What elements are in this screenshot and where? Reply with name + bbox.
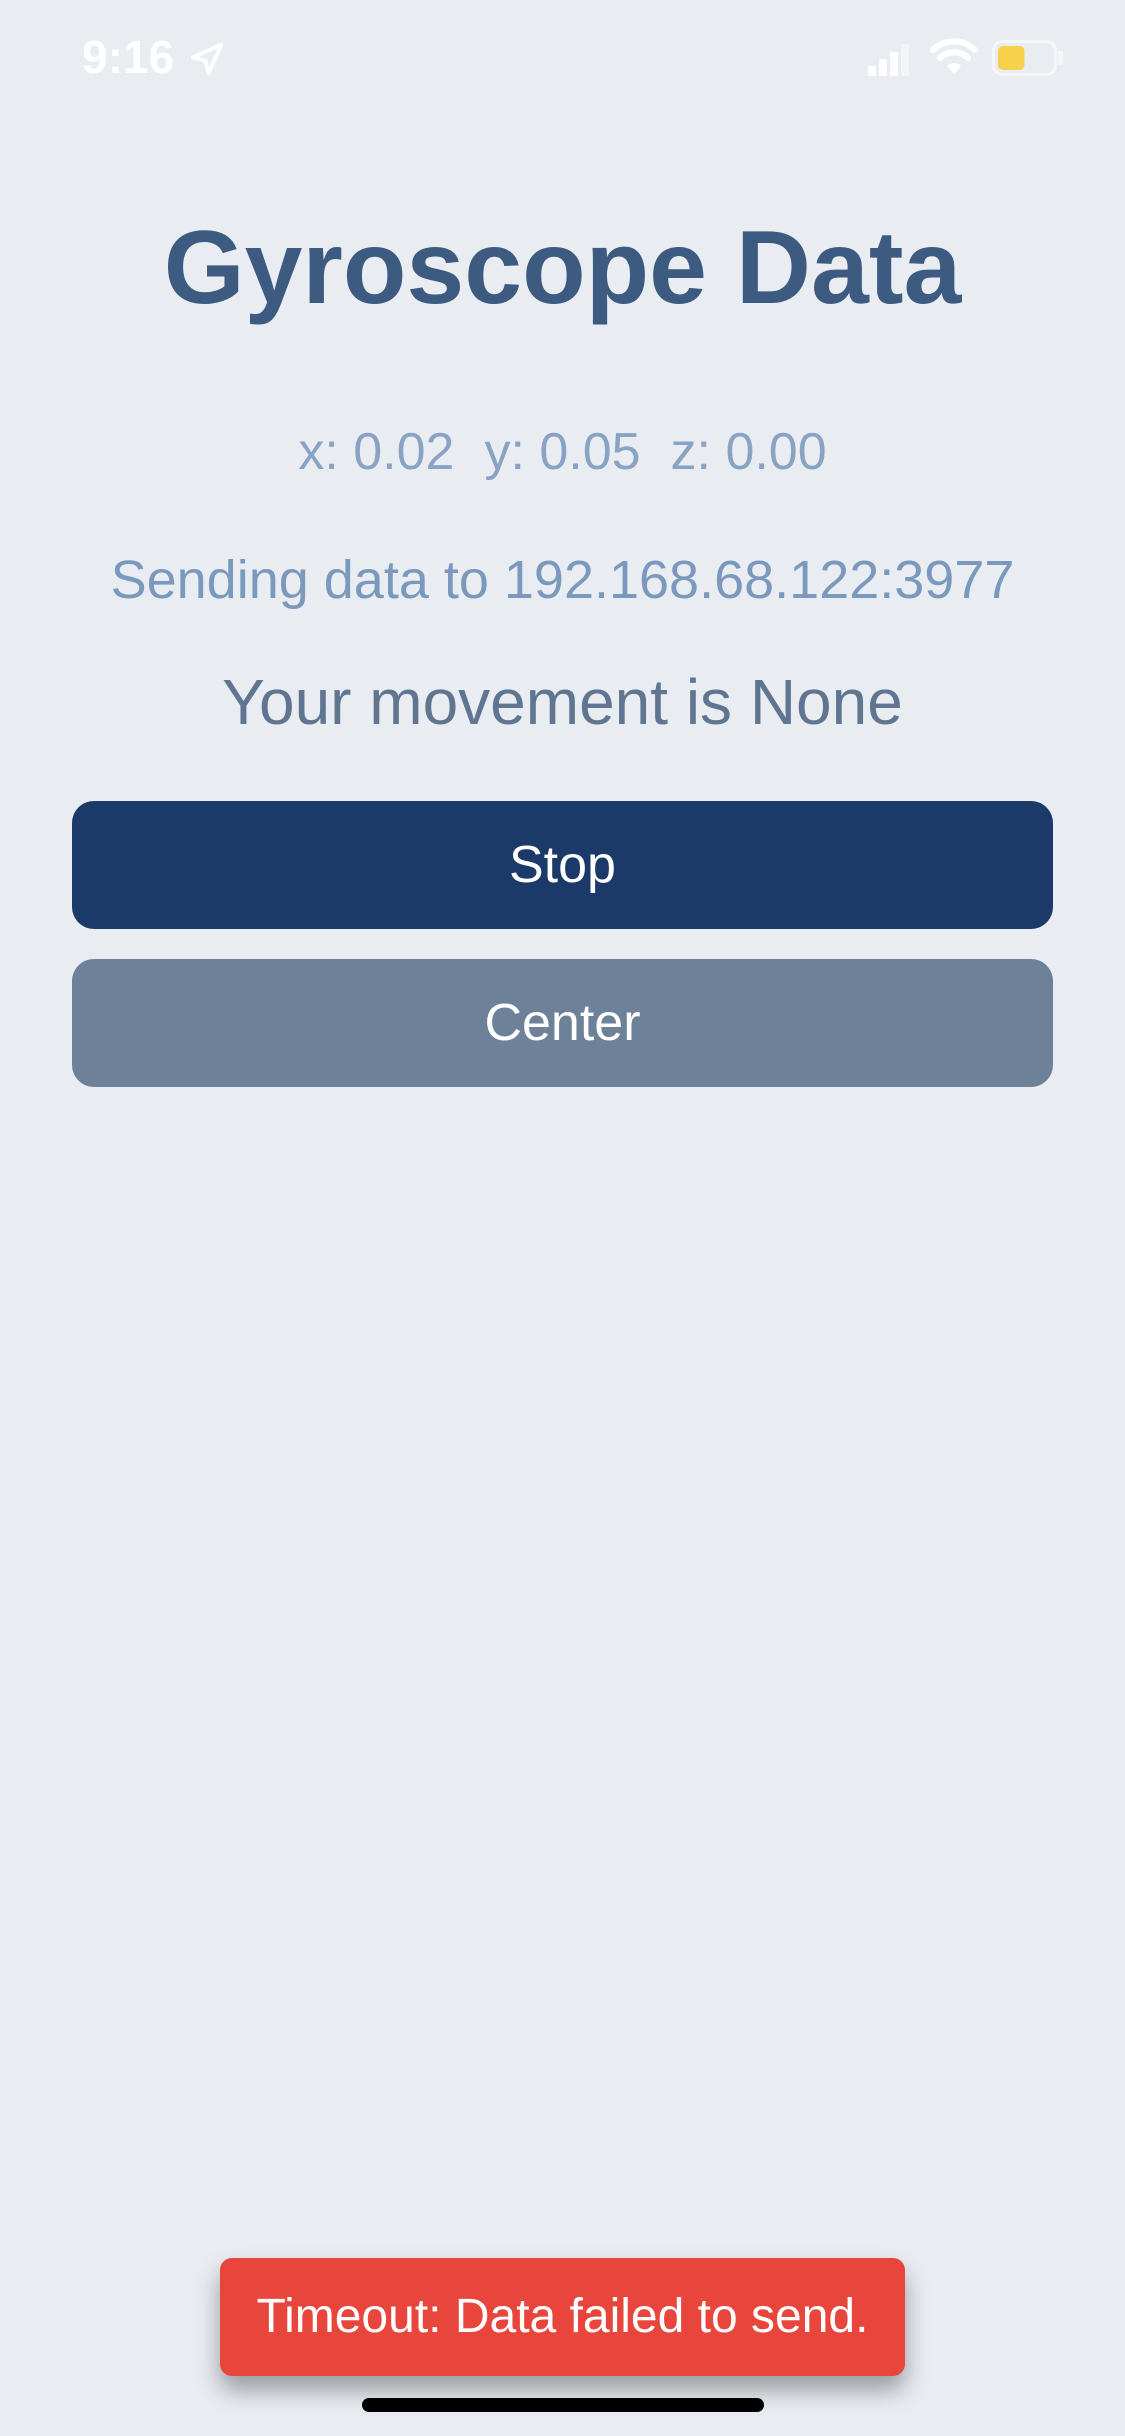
gyro-x-value: x: 0.02 (298, 423, 455, 481)
movement-status: Your movement is None (222, 666, 903, 738)
sending-info-text: Sending data to 192.168.68.122:3977 (110, 550, 1015, 610)
wifi-icon (930, 38, 978, 74)
battery-icon (992, 40, 1063, 76)
cellular-signal-icon (868, 44, 909, 76)
status-bar: 9:16 (0, 0, 1125, 120)
page-title: Gyroscope Data (163, 210, 962, 326)
location-arrow-icon (190, 42, 224, 76)
stop-button[interactable]: Stop (72, 801, 1053, 929)
gyro-values: x: 0.02 y: 0.05 z: 0.00 (0, 420, 1125, 484)
status-time: 9:16 (82, 31, 175, 83)
error-toast: Timeout: Data failed to send. (220, 2258, 905, 2376)
gyro-y-value: y: 0.05 (484, 423, 641, 481)
home-indicator[interactable] (362, 2398, 764, 2412)
gyro-z-value: z: 0.00 (670, 423, 827, 481)
center-button[interactable]: Center (72, 959, 1053, 1087)
